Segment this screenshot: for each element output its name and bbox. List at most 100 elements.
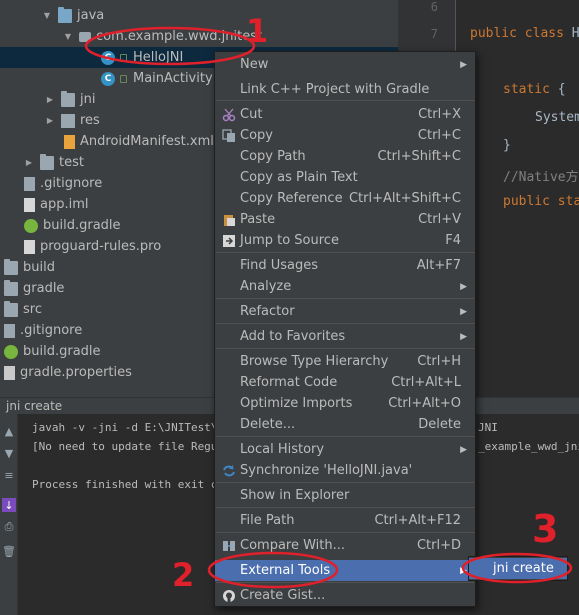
folder-icon [40, 153, 54, 170]
console-line: [No need to update file Regular [32, 440, 238, 453]
file-icon [24, 239, 35, 254]
wrap-icon[interactable]: ≡ [2, 468, 16, 482]
code-line: } [503, 138, 511, 153]
submenu-arrow-icon: ▶ [460, 331, 467, 342]
package-icon [79, 31, 91, 42]
tree-item-label: gradle.properties [20, 365, 132, 380]
file-icon [24, 176, 35, 191]
menu-item-add-favorites[interactable]: Add to Favorites ▶ [215, 326, 475, 347]
tree-item-label: java [77, 8, 105, 23]
collapse-arrow-icon[interactable]: ▶ [45, 116, 55, 126]
code-line: //Native方 [503, 170, 579, 185]
file-icon [24, 197, 35, 212]
code-line: public class H [470, 26, 579, 41]
menu-item-copy-path[interactable]: Copy Path Ctrl+Shift+C [215, 146, 475, 167]
menu-separator [216, 532, 474, 533]
code-line: System [535, 110, 579, 125]
class-icon: C [101, 71, 115, 86]
menu-item-jump-source[interactable]: Jump to Source F4 [215, 230, 475, 251]
external-tools-submenu: jni create [468, 556, 568, 581]
compare-icon [221, 538, 237, 554]
menu-item-synchronize[interactable]: Synchronize 'HelloJNI.java' [215, 460, 475, 481]
collapse-arrow-icon[interactable]: ▶ [45, 95, 55, 105]
submenu-arrow-icon: ▶ [460, 565, 467, 576]
menu-separator [216, 582, 474, 583]
print-icon[interactable]: ⎙ [2, 520, 16, 534]
submenu-arrow-icon: ▶ [460, 306, 467, 317]
menu-item-cut[interactable]: Cut Ctrl+X [215, 104, 475, 125]
lock-icon [120, 53, 127, 62]
expand-arrow-icon[interactable]: ▼ [42, 11, 52, 21]
code-line: static { [503, 82, 566, 97]
console-line: _example_wwd_jnite [478, 440, 579, 453]
menu-item-analyze[interactable]: Analyze ▶ [215, 276, 475, 297]
submenu-item-jni-create[interactable]: jni create [469, 558, 567, 579]
collapse-arrow-icon[interactable]: ▶ [24, 158, 34, 168]
xml-file-icon [64, 134, 75, 149]
tree-item-label: build [23, 260, 55, 275]
folder-icon [4, 300, 18, 317]
menu-item-copy[interactable]: Copy Ctrl+C [215, 125, 475, 146]
gradle-icon [4, 344, 18, 359]
menu-separator [216, 252, 474, 253]
run-toolbar: ▲ ▼ ≡ ↓ ⎙ 🗑 [0, 414, 18, 615]
expand-arrow-icon[interactable]: ▼ [63, 32, 73, 42]
menu-separator [216, 348, 474, 349]
copy-icon [221, 128, 237, 144]
folder-icon [61, 90, 75, 107]
console-line: JNI [478, 421, 498, 434]
file-icon [4, 323, 15, 338]
tree-item-label: HelloJNI [133, 50, 184, 65]
github-icon [221, 588, 237, 604]
menu-separator [216, 298, 474, 299]
menu-item-delete[interactable]: Delete... Delete [215, 414, 475, 435]
menu-item-local-history[interactable]: Local History ▶ [215, 439, 475, 460]
tree-item-label: jni [80, 92, 96, 107]
menu-item-reformat[interactable]: Reformat Code Ctrl+Alt+L [215, 372, 475, 393]
menu-item-new[interactable]: New ▶ [215, 54, 475, 75]
lock-icon [120, 74, 127, 83]
tree-item-label: .gitignore [40, 176, 103, 191]
down-arrow-icon[interactable]: ▼ [2, 446, 16, 460]
menu-item-copy-reference[interactable]: Copy Reference Ctrl+Alt+Shift+C [215, 188, 475, 209]
submenu-arrow-icon: ▶ [460, 59, 467, 70]
trash-icon[interactable]: 🗑 [2, 544, 16, 558]
submenu-arrow-icon: ▶ [460, 444, 467, 455]
tree-item-label: res [80, 113, 100, 128]
class-icon: C [101, 50, 115, 65]
menu-item-paste[interactable]: Paste Ctrl+V [215, 209, 475, 230]
menu-item-optimize-imports[interactable]: Optimize Imports Ctrl+Alt+O [215, 393, 475, 414]
cut-icon [221, 107, 237, 123]
tree-item-label: test [59, 155, 84, 170]
menu-item-find-usages[interactable]: Find Usages Alt+F7 [215, 255, 475, 276]
menu-separator [216, 507, 474, 508]
menu-item-external-tools[interactable]: External Tools ▶ [215, 560, 475, 581]
up-arrow-icon[interactable]: ▲ [2, 424, 16, 438]
folder-icon [4, 279, 18, 296]
tree-item-label: src [23, 302, 42, 317]
tree-item-label: com.example.wwd.jnitest [96, 29, 263, 44]
menu-separator [216, 323, 474, 324]
menu-item-compare-with[interactable]: Compare With... Ctrl+D [215, 535, 475, 556]
menu-item-copy-plain[interactable]: Copy as Plain Text [215, 167, 475, 188]
menu-item-file-path[interactable]: File Path Ctrl+Alt+F12 [215, 510, 475, 531]
context-menu: New ▶ Link C++ Project with Gradle Cut C… [214, 51, 476, 607]
tree-item-label: app.iml [40, 197, 89, 212]
menu-item-refactor[interactable]: Refactor ▶ [215, 301, 475, 322]
menu-item-create-gist[interactable]: Create Gist... [215, 585, 475, 606]
tree-item-label: MainActivity [133, 71, 213, 86]
menu-item-link-cpp[interactable]: Link C++ Project with Gradle [215, 79, 475, 100]
console-line: javah -v -jni -d E:\JNITest\app [32, 421, 238, 434]
folder-icon [61, 113, 75, 128]
tree-item-java[interactable]: ▼ java [0, 5, 398, 26]
scroll-to-end-icon[interactable]: ↓ [2, 498, 16, 512]
tree-item-package[interactable]: ▼ com.example.wwd.jnitest [0, 26, 398, 47]
menu-item-type-hierarchy[interactable]: Browse Type Hierarchy Ctrl+H [215, 351, 475, 372]
tree-item-label: build.gradle [43, 218, 121, 233]
menu-separator [216, 436, 474, 437]
folder-icon [58, 6, 72, 23]
folder-icon [4, 258, 18, 275]
menu-separator [216, 482, 474, 483]
menu-item-show-explorer[interactable]: Show in Explorer [215, 485, 475, 506]
tree-item-label: AndroidManifest.xml [80, 134, 214, 149]
